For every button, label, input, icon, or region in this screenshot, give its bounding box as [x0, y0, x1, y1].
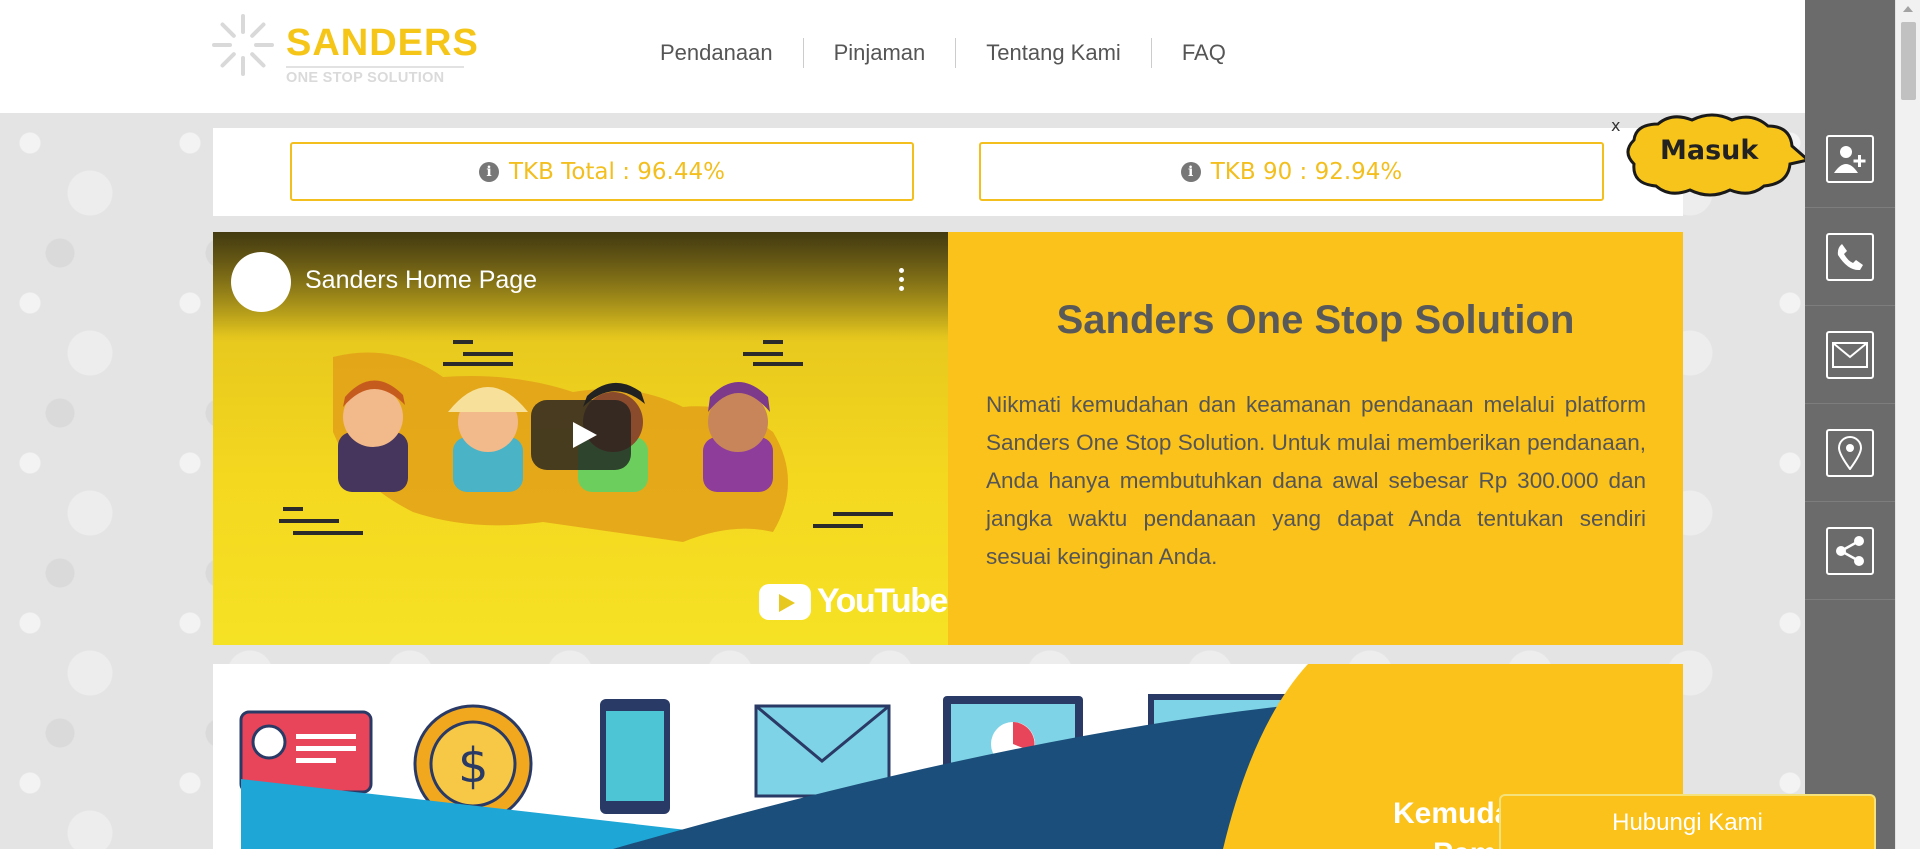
add-user-icon: [1826, 134, 1874, 183]
info-icon: i: [478, 161, 499, 182]
close-popup-button[interactable]: x: [1611, 116, 1620, 135]
brand-name: SANDERS: [286, 22, 479, 64]
channel-avatar[interactable]: [231, 252, 291, 312]
brand-tagline: ONE STOP SOLUTION: [286, 70, 445, 86]
nav-link-pendanaan[interactable]: Pendanaan: [630, 38, 803, 68]
scroll-thumb[interactable]: [1901, 22, 1916, 100]
contact-us-button[interactable]: Hubungi Kami: [1499, 794, 1876, 849]
mail-icon: [1826, 330, 1874, 379]
video-player[interactable]: Sanders Home Page YouTube: [213, 232, 948, 645]
credit-card-icon: [239, 710, 373, 794]
person-4: [703, 382, 773, 492]
site-header: SANDERS ONE STOP SOLUTION Pendanaan Pinj…: [0, 0, 1805, 113]
sidebar-item-location[interactable]: [1805, 404, 1895, 502]
sidebar-item-share[interactable]: [1805, 502, 1895, 600]
sidebar-item-phone[interactable]: [1805, 208, 1895, 306]
smartphone-icon: [600, 699, 670, 814]
feature-headline: Kemuda Pem: [1393, 794, 1511, 849]
feature-section: $ Kemuda Pem: [213, 664, 1683, 849]
feature-headline-line2: Pem: [1393, 834, 1511, 849]
scroll-up-arrow-icon[interactable]: [1903, 6, 1913, 12]
tkb-90-value: TKB 90 : 92.94%: [1210, 158, 1403, 185]
youtube-logo[interactable]: YouTube: [759, 582, 948, 621]
person-1: [338, 380, 408, 492]
svg-text:$: $: [458, 738, 489, 794]
feature-headline-line1: Kemuda: [1393, 797, 1512, 830]
hero-title: Sanders One Stop Solution: [1056, 298, 1575, 342]
logo-divider: [286, 66, 464, 68]
brand-logo[interactable]: SANDERS ONE STOP SOLUTION: [212, 14, 478, 90]
tkb-total-box[interactable]: i TKB Total : 96.44%: [290, 142, 914, 201]
tkb-total-value: TKB Total : 96.44%: [508, 158, 725, 185]
youtube-play-icon: [759, 583, 811, 620]
hero-description: Nikmati kemudahan dan keamanan pendanaan…: [986, 392, 1646, 569]
tkb-90-box[interactable]: i TKB 90 : 92.94%: [979, 142, 1604, 201]
login-label[interactable]: Masuk: [1660, 135, 1758, 166]
nav-link-tentang-kami[interactable]: Tentang Kami: [955, 38, 1151, 68]
more-options-icon[interactable]: [897, 268, 905, 296]
person-2: [448, 387, 528, 492]
play-button[interactable]: [531, 400, 631, 470]
main-nav: Pendanaan Pinjaman Tentang Kami FAQ: [630, 36, 1256, 70]
tkb-stats-row: i TKB Total : 96.44% i TKB 90 : 92.94%: [213, 128, 1683, 216]
video-title[interactable]: Sanders Home Page: [305, 266, 537, 295]
location-pin-icon: [1826, 428, 1874, 477]
sidebar-item-mail[interactable]: [1805, 306, 1895, 404]
page-scrollbar[interactable]: [1895, 0, 1920, 849]
nav-link-pinjaman[interactable]: Pinjaman: [802, 38, 956, 68]
logo-burst-icon: [212, 14, 274, 76]
youtube-wordmark: YouTube: [817, 582, 948, 620]
nav-link-faq[interactable]: FAQ: [1150, 38, 1256, 68]
sidebar-item-register[interactable]: [1805, 110, 1895, 208]
right-sidebar: [1805, 0, 1895, 849]
hero-section: Sanders Home Page YouTube Sanders One St…: [213, 232, 1683, 645]
info-icon: i: [1180, 161, 1201, 182]
phone-icon: [1826, 232, 1874, 281]
hero-text-panel: Sanders One Stop Solution Nikmati kemuda…: [948, 232, 1683, 645]
share-icon: [1826, 526, 1874, 575]
